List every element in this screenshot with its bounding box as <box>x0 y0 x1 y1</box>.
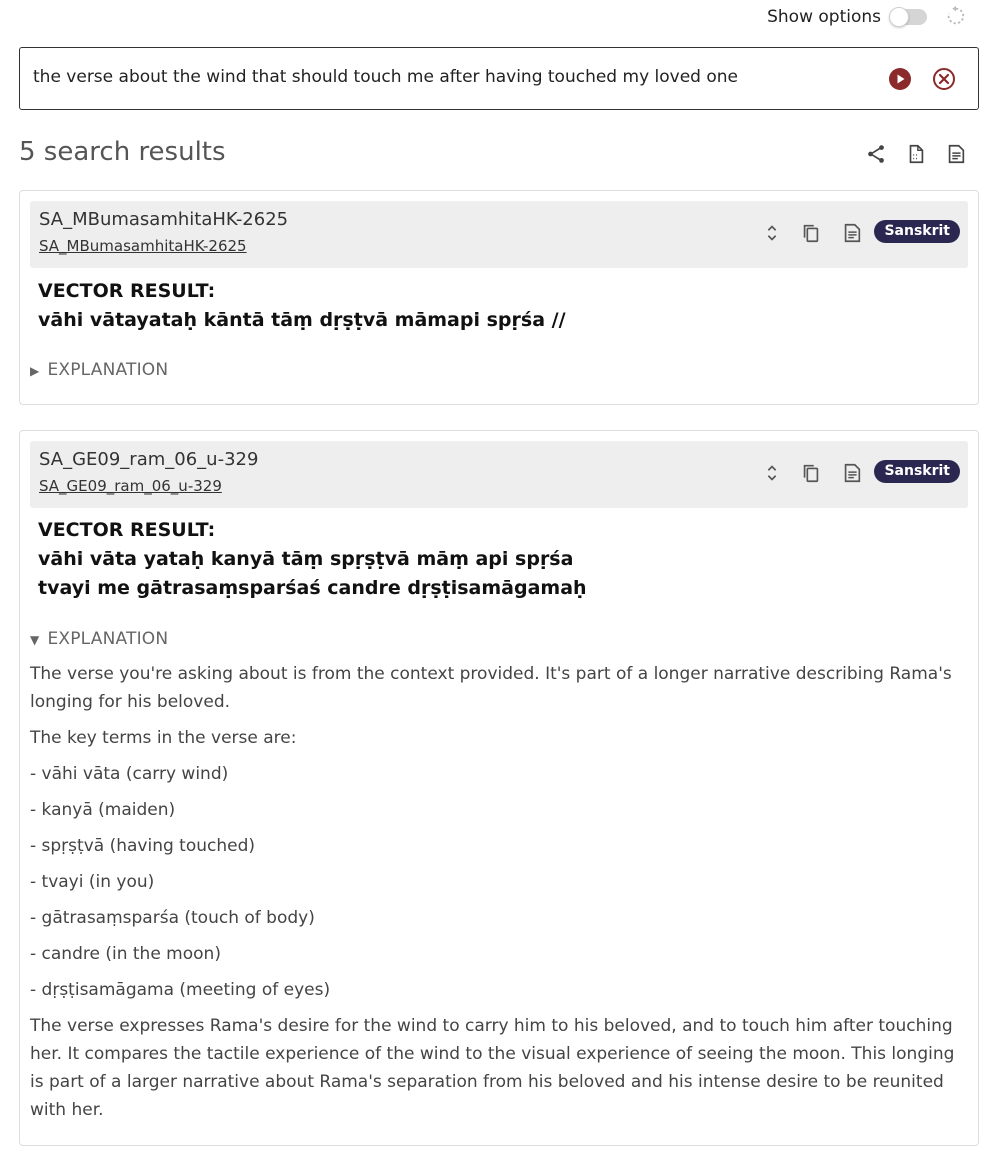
term-item: - candre (in the moon) <box>30 944 221 964</box>
vector-result: VECTOR RESULT: vāhi vātayataḥ kāntā tāṃ … <box>38 277 566 335</box>
top-bar: Show options <box>0 0 993 36</box>
toggle-knob <box>889 7 909 27</box>
language-badge: Sanskrit <box>874 220 960 243</box>
term-item: - kanyā (maiden) <box>30 800 176 820</box>
result-card-header: SA_MBumasamhitaHK-2625 SA_MBumasamhitaHK… <box>30 201 968 268</box>
term-item: - tvayi (in you) <box>30 872 155 892</box>
search-input[interactable] <box>33 67 873 87</box>
close-circle-icon[interactable] <box>932 67 956 91</box>
collapsed-triangle-icon: ▶ <box>30 364 40 378</box>
document-icon[interactable] <box>841 461 863 485</box>
play-circle-icon[interactable] <box>888 67 912 91</box>
export-text-icon[interactable] <box>945 143 967 165</box>
explanation-intro: The verse you're asking about is from th… <box>30 664 952 712</box>
vector-label: VECTOR RESULT: <box>38 280 216 302</box>
language-badge: Sanskrit <box>874 460 960 483</box>
result-card: SA_MBumasamhitaHK-2625 SA_MBumasamhitaHK… <box>19 190 979 405</box>
term-item: - vāhi vāta (carry wind) <box>30 764 229 784</box>
vector-label: VECTOR RESULT: <box>38 519 216 541</box>
explanation-label: EXPLANATION <box>47 629 169 649</box>
explanation-toggle[interactable]: ▶ EXPLANATION <box>30 360 168 380</box>
term-item: - spṛṣṭvā (having touched) <box>30 836 256 856</box>
result-link[interactable]: SA_GE09_ram_06_u-329 <box>39 477 222 495</box>
explanation-body: The verse you're asking about is from th… <box>30 660 960 1132</box>
expand-collapse-icon[interactable] <box>761 221 783 245</box>
result-card: SA_GE09_ram_06_u-329 SA_GE09_ram_06_u-32… <box>19 430 979 1146</box>
copy-icon[interactable] <box>800 461 822 485</box>
copy-icon[interactable] <box>800 221 822 245</box>
expand-collapse-icon[interactable] <box>761 461 783 485</box>
export-document-icon[interactable] <box>905 143 927 165</box>
share-icon[interactable] <box>865 143 887 165</box>
term-item: - gātrasaṃsparśa (touch of body) <box>30 908 315 928</box>
verse-line: tvayi me gātrasaṃsparśaś candre dṛṣṭisam… <box>38 577 587 599</box>
result-card-header: SA_GE09_ram_06_u-329 SA_GE09_ram_06_u-32… <box>30 441 968 508</box>
reset-icon[interactable] <box>945 5 967 27</box>
results-count: 5 search results <box>19 137 226 167</box>
vector-result: VECTOR RESULT: vāhi vāta yataḥ kanyā tāṃ… <box>38 516 587 603</box>
result-id: SA_MBumasamhitaHK-2625 <box>39 209 289 230</box>
result-id: SA_GE09_ram_06_u-329 <box>39 449 259 470</box>
expanded-triangle-icon: ▼ <box>30 633 40 647</box>
explanation-summary: The verse expresses Rama's desire for th… <box>30 1016 955 1120</box>
verse-line: vāhi vātayataḥ kāntā tāṃ dṛṣṭvā māmapi s… <box>38 309 566 331</box>
result-link[interactable]: SA_MBumasamhitaHK-2625 <box>39 237 247 255</box>
explanation-label: EXPLANATION <box>47 360 169 380</box>
search-box <box>19 47 979 110</box>
verse-line: vāhi vāta yataḥ kanyā tāṃ spṛṣṭvā māṃ ap… <box>38 548 574 570</box>
show-options-toggle[interactable] <box>889 7 927 27</box>
results-actions <box>865 143 975 167</box>
document-icon[interactable] <box>841 221 863 245</box>
term-item: - dṛṣṭisamāgama (meeting of eyes) <box>30 980 331 1000</box>
explanation-toggle[interactable]: ▼ EXPLANATION <box>30 629 168 649</box>
terms-heading: The key terms in the verse are: <box>30 728 297 748</box>
show-options-label: Show options <box>767 7 881 27</box>
